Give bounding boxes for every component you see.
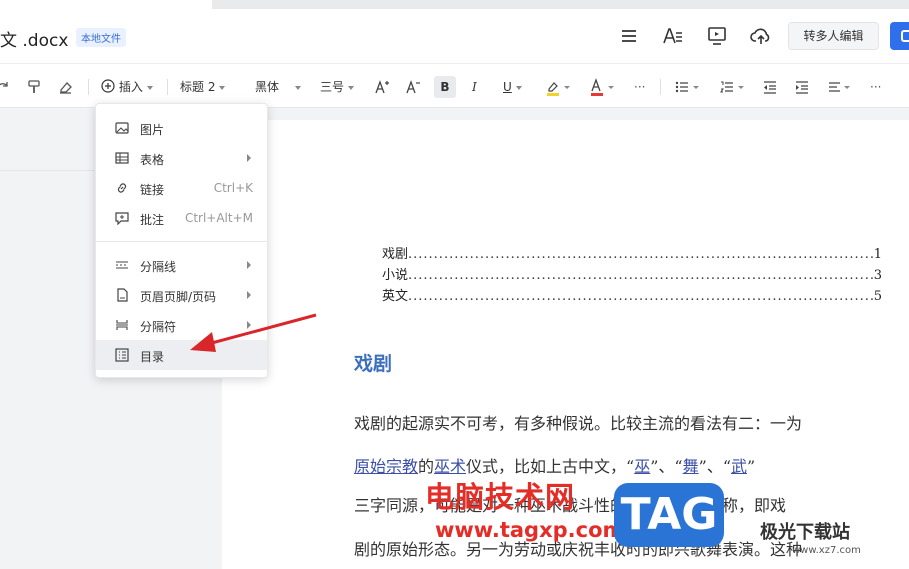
watermark-site-name: 电脑技术网 — [425, 480, 576, 514]
watermark-brand: 极光下载站 — [760, 522, 850, 543]
watermark-tag-logo: TAG — [614, 483, 724, 547]
watermark-brand-url: www.xz7.com — [792, 545, 861, 556]
watermark-site-url: www.tagxp.com — [435, 518, 625, 542]
